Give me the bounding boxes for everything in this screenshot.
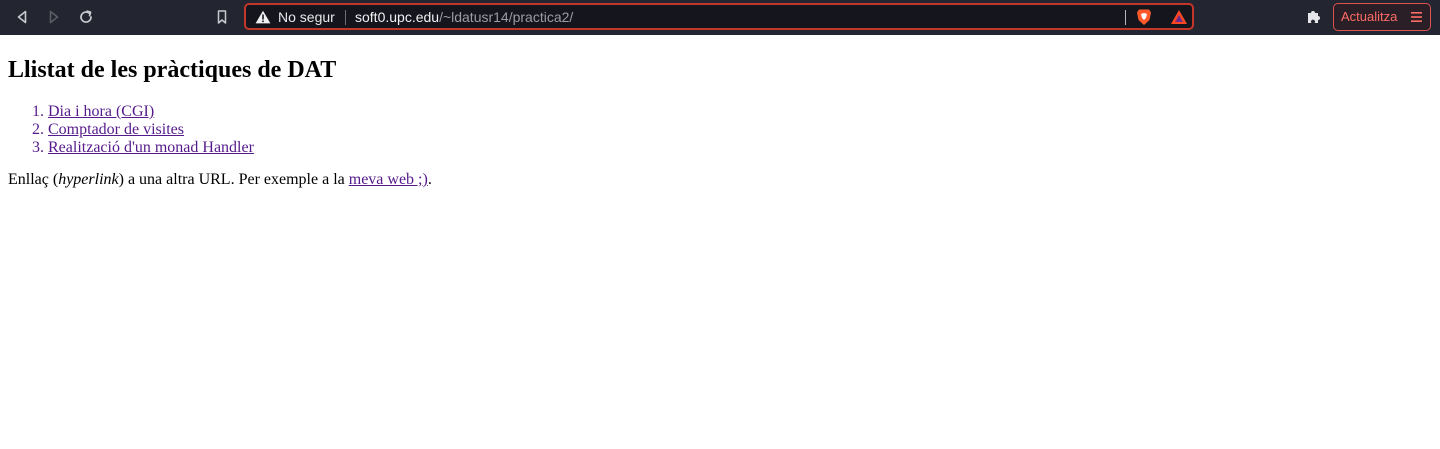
paragraph-text-before: Enllaç ( <box>8 171 59 188</box>
practice-list: Dia i hora (CGI) Comptador de visites Re… <box>8 103 1432 157</box>
link-comptador-visites[interactable]: Comptador de visites <box>48 121 184 138</box>
paragraph-text-middle: ) a una altra URL. Per exemple a la <box>118 171 349 188</box>
back-arrow-icon <box>17 10 27 24</box>
address-bar-divider <box>345 10 346 25</box>
link-monad-handler[interactable]: Realització d'un monad Handler <box>48 139 254 156</box>
page-content: Llistat de les pràctiques de DAT Dia i h… <box>0 56 1440 189</box>
link-dia-hora[interactable]: Dia i hora (CGI) <box>48 103 154 120</box>
hyperlink-emphasis: hyperlink <box>58 171 119 188</box>
brave-rewards-icon[interactable] <box>1170 9 1188 25</box>
page-title: Llistat de les pràctiques de DAT <box>8 57 337 83</box>
url-host: soft0.upc.edu <box>355 9 440 25</box>
list-item: Comptador de visites <box>48 121 1432 139</box>
list-item: Dia i hora (CGI) <box>48 103 1432 121</box>
url-path: /~ldatusr14/practica2/ <box>439 9 574 25</box>
update-button-label: Actualitza <box>1341 9 1398 24</box>
menu-icon <box>1411 12 1422 22</box>
bookmark-button[interactable] <box>210 5 234 29</box>
puzzle-icon[interactable] <box>1305 8 1323 26</box>
hyperlink-paragraph: Enllaç (hyperlink) a una altra URL. Per … <box>8 171 1432 189</box>
address-bar-divider-right <box>1125 10 1126 25</box>
back-button[interactable] <box>10 5 34 29</box>
paragraph-text-after: . <box>427 171 432 188</box>
address-bar[interactable]: No segur soft0.upc.edu/~ldatusr14/practi… <box>244 3 1194 30</box>
list-item: Realització d'un monad Handler <box>48 139 1432 157</box>
update-button[interactable]: Actualitza <box>1333 3 1431 31</box>
reload-button[interactable] <box>74 5 98 29</box>
forward-arrow-icon <box>49 10 59 24</box>
url-text[interactable]: soft0.upc.edu/~ldatusr14/practica2/ <box>355 9 573 25</box>
reload-icon <box>80 10 92 23</box>
forward-button[interactable] <box>42 5 66 29</box>
link-meva-web[interactable]: meva web ;) <box>349 171 428 188</box>
browser-toolbar: No segur soft0.upc.edu/~ldatusr14/practi… <box>0 0 1440 35</box>
bookmark-icon <box>217 10 227 24</box>
security-indicator[interactable]: No segur <box>278 9 335 25</box>
warning-icon <box>255 10 271 24</box>
brave-shield-icon[interactable] <box>1136 8 1152 26</box>
